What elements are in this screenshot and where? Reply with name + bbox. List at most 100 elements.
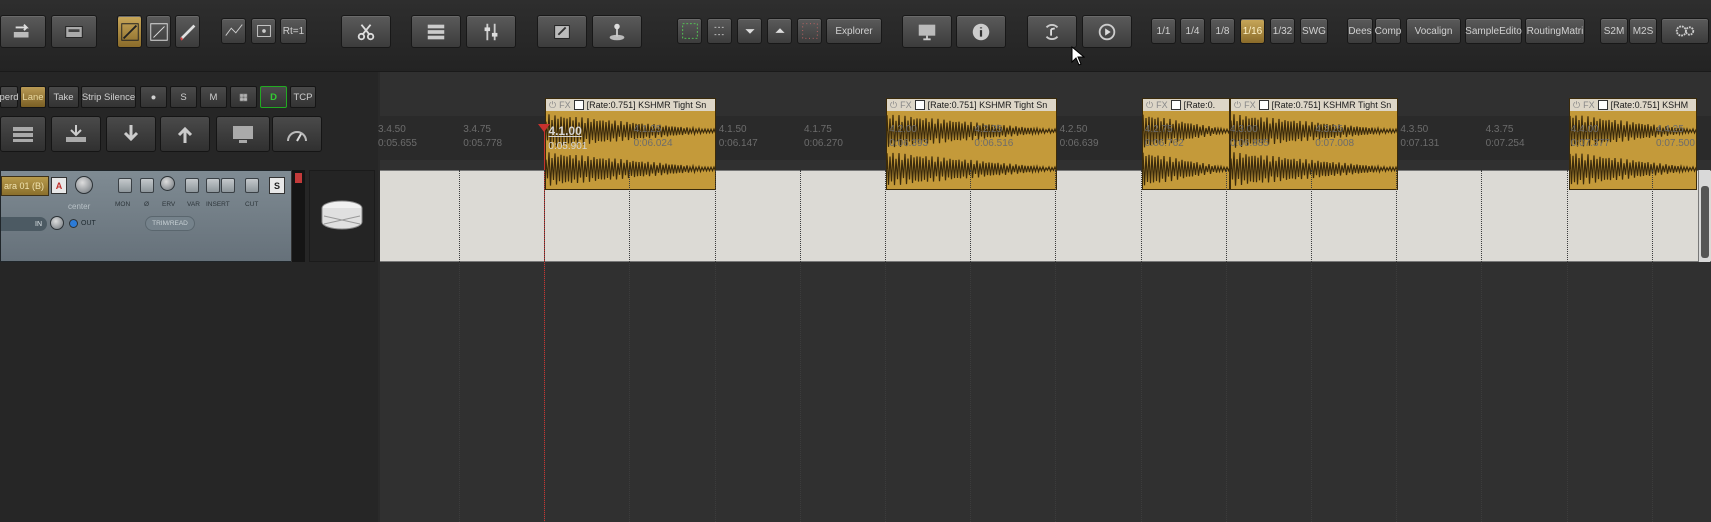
cycle-music-icon[interactable] [1027, 15, 1077, 48]
undo-icon[interactable] [0, 15, 46, 48]
move-down-icon[interactable] [106, 116, 156, 152]
item-name: [Rate:0.751] KSHMR Tight Sn [927, 100, 1048, 110]
fx-label[interactable]: FX [1583, 100, 1595, 110]
grid-1-32-button[interactable]: 1/32 [1270, 18, 1295, 44]
move-up-icon[interactable] [160, 116, 210, 152]
tcp-button[interactable]: TCP [290, 86, 316, 108]
snap-grid-icon[interactable] [117, 15, 142, 48]
monitor-icon[interactable] [902, 15, 952, 48]
input-select[interactable]: IN [1, 217, 47, 231]
envelope-toggle-icon[interactable] [1597, 100, 1608, 110]
grid-line [1396, 170, 1398, 522]
scissors-icon[interactable] [341, 15, 391, 48]
strip-silence-button[interactable]: Strip Silence [81, 86, 136, 108]
playback-timer-icon[interactable] [1082, 15, 1132, 48]
insert-track-icon[interactable] [51, 116, 101, 152]
explorer-button[interactable]: Explorer [826, 18, 882, 44]
m2s-button[interactable]: M2S [1629, 18, 1657, 44]
snap-point-icon[interactable] [707, 18, 732, 44]
grid-line [629, 170, 631, 522]
grid-1-16-label: 1/16 [1242, 25, 1263, 37]
take-button[interactable]: Take [48, 86, 79, 108]
track-list-icon[interactable] [0, 116, 46, 152]
tick-time-label: 0:07.500 [1656, 138, 1695, 149]
grid-edit-icon[interactable] [146, 15, 171, 48]
vertical-scrollbar[interactable] [1698, 170, 1710, 262]
power-icon[interactable]: ⏻ [1573, 100, 1580, 111]
vocalign-button[interactable]: Vocalign [1406, 18, 1461, 44]
env-knob[interactable] [160, 176, 175, 191]
fx-label[interactable]: FX [900, 100, 912, 110]
grid-1-8-button[interactable]: 1/8 [1210, 18, 1235, 44]
swing-button[interactable]: SWG [1300, 18, 1328, 44]
mouse-pointer-icon [1071, 46, 1085, 66]
envelope-toggle-icon[interactable] [1258, 100, 1269, 110]
s2m-button[interactable]: S2M [1600, 18, 1628, 44]
power-icon[interactable]: ⏻ [1234, 100, 1241, 111]
settings-cog-icon[interactable] [1661, 18, 1709, 44]
dees-button[interactable]: Dees [1347, 18, 1373, 44]
mute-all-button[interactable]: M [200, 86, 227, 108]
var-button[interactable] [185, 178, 199, 193]
ripple-edit-icon[interactable] [251, 18, 276, 44]
tick-time-label: 0:05.655 [378, 138, 417, 149]
ruler-tick: 4.3.75 0:07.254 [1486, 124, 1525, 149]
envelope-toggle-icon[interactable] [1170, 100, 1181, 110]
phase-button[interactable] [140, 178, 154, 193]
keyboard-grid-button[interactable]: ▦ [230, 86, 257, 108]
snare-drum-icon [309, 170, 375, 262]
save-disk-icon[interactable] [51, 15, 97, 48]
pencil-icon[interactable] [175, 15, 200, 48]
routing-matrix-button[interactable]: RoutingMatri [1525, 18, 1585, 44]
grid-snap-green-icon[interactable] [677, 18, 702, 44]
arm-button[interactable]: A [51, 177, 67, 194]
grid-1-4-button[interactable]: 1/4 [1180, 18, 1205, 44]
fader-icon[interactable] [466, 15, 516, 48]
envelope-toggle-icon[interactable] [573, 100, 584, 110]
notepad-icon[interactable] [537, 15, 587, 48]
lane-label: Lane [22, 91, 44, 103]
insert-button[interactable] [206, 178, 220, 193]
volume-knob[interactable] [75, 176, 93, 194]
envelope-toggle-icon[interactable] [914, 100, 925, 110]
solo-all-button[interactable]: S [170, 86, 197, 108]
dotted-grid-icon[interactable] [797, 18, 822, 44]
ruler-tick: 4.2.75 0:06.762 [1145, 124, 1184, 149]
lane-button[interactable]: Lane [20, 86, 46, 108]
monitor-button[interactable] [118, 178, 132, 193]
grid-1-16-button[interactable]: 1/16 [1240, 18, 1265, 44]
insert-2-button[interactable] [221, 178, 235, 193]
scrollbar-thumb[interactable] [1701, 186, 1709, 258]
comp-button[interactable]: Comp [1375, 18, 1401, 44]
record-dot-button[interactable]: ● [140, 86, 167, 108]
tick-time-label: 0:07.377 [1570, 138, 1610, 149]
mixer-icon[interactable] [411, 15, 461, 48]
power-icon[interactable]: ⏻ [1146, 100, 1153, 111]
fx-label[interactable]: FX [1156, 100, 1168, 110]
grid-1-1-button[interactable]: 1/1 [1151, 18, 1176, 44]
joystick-icon[interactable] [592, 15, 642, 48]
input-route-knob[interactable] [50, 216, 64, 230]
info-icon[interactable] [956, 15, 1006, 48]
solo-button[interactable]: S [269, 177, 285, 194]
power-icon[interactable]: ⏻ [549, 100, 556, 111]
chevron-up-icon[interactable] [767, 18, 792, 44]
tick-time-label: 0:06.516 [974, 138, 1014, 149]
loop-d-button[interactable]: D [260, 86, 287, 108]
envelope-icon[interactable] [221, 18, 246, 44]
track-header[interactable]: ara 01 (B) A center S MON Ø ERV VAR INSE… [0, 170, 292, 262]
track-name[interactable]: ara 01 (B) [1, 176, 49, 196]
screen-icon[interactable] [216, 116, 270, 152]
chevron-down-icon[interactable] [737, 18, 762, 44]
cut-button[interactable] [245, 178, 259, 193]
fx-label[interactable]: FX [559, 100, 571, 110]
sample-editor-button[interactable]: SampleEdito [1465, 18, 1522, 44]
fx-label[interactable]: FX [1244, 100, 1256, 110]
automation-mode-button[interactable]: TRIM/READ [145, 216, 195, 231]
power-icon[interactable]: ⏻ [890, 100, 897, 111]
record-mode-button[interactable]: perd [0, 86, 19, 108]
tick-beat-label: 4.2.75 [1144, 124, 1173, 135]
performance-meter-icon[interactable] [272, 116, 322, 152]
solo-label: S [273, 180, 280, 191]
rate-button[interactable]: Rt=1 [280, 18, 307, 44]
